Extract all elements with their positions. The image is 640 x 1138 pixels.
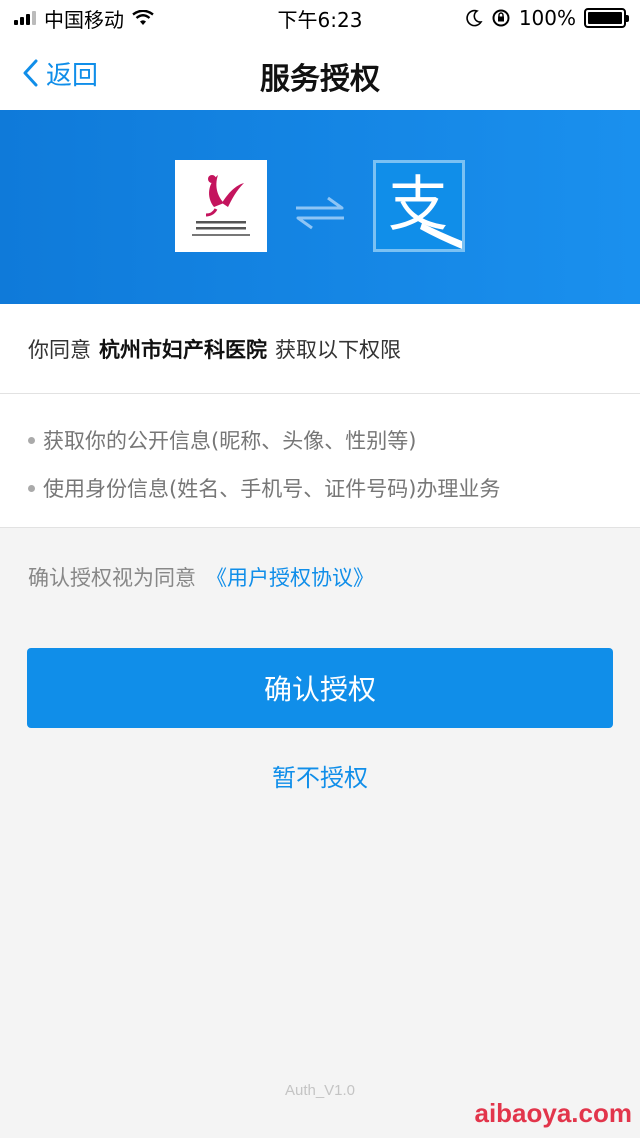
consent-statement: 你同意 杭州市妇产科医院 获取以下权限	[0, 304, 640, 394]
list-item: 获取你的公开信息(昵称、头像、性别等)	[28, 416, 612, 464]
wifi-icon	[132, 10, 154, 25]
permission-list: 获取你的公开信息(昵称、头像、性别等) 使用身份信息(姓名、手机号、证件号码)办…	[0, 394, 640, 528]
alipay-glyph: 支	[388, 170, 448, 240]
hospital-emblem-icon	[192, 175, 250, 236]
status-right: 100%	[465, 6, 629, 30]
decline-authorization-button[interactable]: 暂不授权	[0, 758, 640, 793]
bullet-icon	[28, 436, 35, 444]
permission-text: 获取你的公开信息(昵称、头像、性别等)	[43, 429, 417, 453]
alipay-icon: 支	[388, 170, 462, 249]
page-title: 服务授权	[260, 62, 380, 97]
list-item: 使用身份信息(姓名、手机号、证件号码)办理业务	[28, 464, 612, 512]
battery-icon	[584, 8, 629, 28]
signal-icon	[14, 11, 36, 25]
auth-banner: 支	[0, 110, 640, 304]
bullet-icon	[28, 484, 35, 492]
hospital-logo	[175, 160, 267, 252]
agreement-link[interactable]: 《用户授权协议》	[206, 566, 374, 590]
agreement-notice: 确认授权视为同意 《用户授权协议》	[28, 562, 374, 592]
permission-text: 使用身份信息(姓名、手机号、证件号码)办理业务	[43, 477, 501, 501]
carrier-label: 中国移动	[44, 7, 124, 32]
rotation-lock-icon	[492, 9, 510, 27]
status-bar: 中国移动 下午6:23 100%	[0, 0, 640, 36]
confirm-authorization-button[interactable]: 确认授权	[27, 648, 613, 728]
consent-prefix: 你同意	[28, 337, 91, 362]
moon-icon	[466, 9, 483, 27]
watermark: aibaoya.com	[474, 1098, 632, 1128]
status-left: 中国移动	[14, 4, 154, 33]
swap-arrows-icon	[296, 196, 344, 230]
version-label: Auth_V1.0	[284, 1082, 356, 1099]
organization-name: 杭州市妇产科医院	[99, 337, 267, 362]
consent-suffix: 获取以下权限	[275, 337, 401, 362]
battery-percent: 100%	[518, 6, 576, 30]
nav-bar: 返回 服务授权	[0, 36, 640, 110]
battery-level	[588, 12, 622, 24]
agreement-text: 确认授权视为同意	[28, 566, 196, 590]
alipay-logo: 支	[373, 160, 465, 252]
